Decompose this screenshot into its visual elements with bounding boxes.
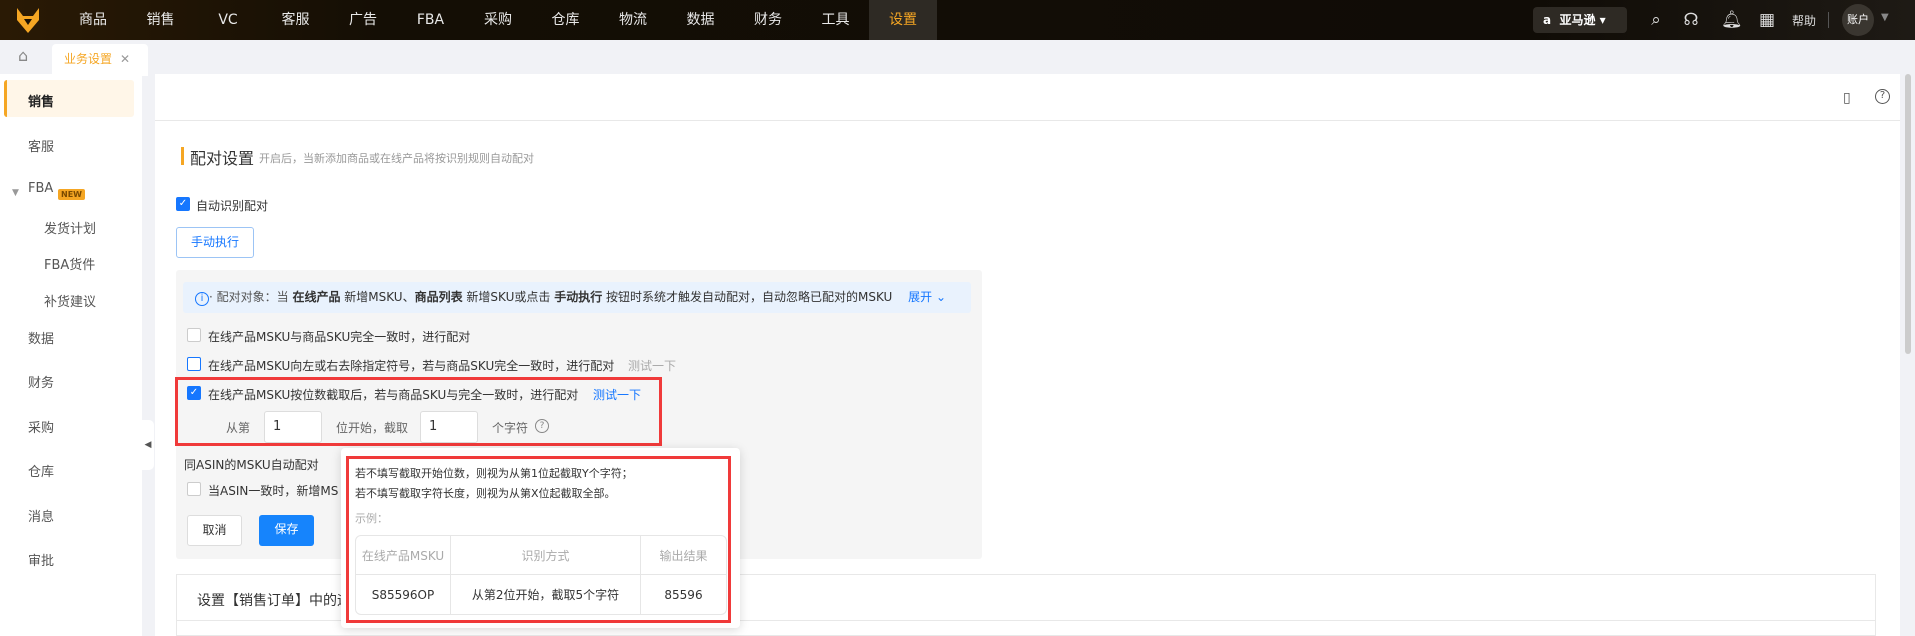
apps-grid-icon[interactable]: ▦ (1757, 10, 1777, 30)
nav-item[interactable]: 广告 (329, 0, 397, 40)
expand-link[interactable]: 展开 ⌄ (908, 290, 946, 304)
expand-triangle-icon[interactable]: ▼ (12, 188, 19, 198)
rule3-label: 在线产品MSKU按位数截取后，若与商品SKU与完全一致时，进行配对 (208, 388, 579, 402)
cell: 85596 (664, 587, 703, 602)
marketplace-selector[interactable]: a 亚马逊 ▾ (1533, 7, 1627, 33)
nav-item[interactable]: 物流 (599, 0, 667, 40)
rule2-label: 在线产品MSKU向左或右去除指定符号，若与商品SKU完全一致时，进行配对 (208, 359, 615, 373)
tab-business-settings[interactable]: 业务设置 ✕ (52, 44, 148, 76)
table-row: S85596OP 从第2位开始，截取5个字符 85596 (356, 575, 726, 614)
top-nav-bar: 商品 销售 VC 客服 广告 FBA 采购 仓库 物流 数据 财务 工具 设置 a 亚马逊 ▾ ⌕ ☊ … (0, 0, 1915, 40)
nav-item[interactable]: VC (194, 0, 262, 40)
info-icon: i (195, 292, 209, 306)
sidebar-item[interactable]: 财务 (28, 372, 54, 391)
col-header: 识别方式 (451, 536, 641, 575)
nav-item[interactable]: 仓库 (532, 0, 600, 40)
sidebar-item[interactable]: 采购 (28, 417, 54, 436)
rule3-test-link[interactable]: 测试一下 (593, 386, 641, 403)
tooltip-line1: 若不填写截取开始位数，则视为从第1位起截取Y个字符； (355, 467, 633, 480)
question-icon[interactable]: ? (1875, 89, 1890, 104)
auto-match-checkbox[interactable]: ✓ (176, 197, 190, 211)
section-accent (181, 147, 184, 165)
cell: S85596OP (356, 575, 451, 614)
nav-item[interactable]: 客服 (262, 0, 330, 40)
card-title: 设置【销售订单】中的运 (197, 593, 351, 609)
collapse-sidebar-handle[interactable]: ◀ (142, 420, 154, 470)
from-label: 从第 (226, 421, 251, 435)
length-input[interactable]: 1 (420, 411, 478, 443)
sidebar-item[interactable]: 补货建议 (44, 291, 96, 310)
sidebar-item[interactable]: 发货计划 (44, 218, 96, 237)
sidebar-item[interactable]: 销售 (28, 91, 54, 110)
cancel-button[interactable]: 取消 (187, 515, 242, 546)
sidebar-item[interactable]: FBA货件 (44, 254, 95, 273)
asin-section-title: 同ASIN的MSKU自动配对 (184, 458, 319, 472)
scrollbar[interactable] (1905, 74, 1911, 354)
asin-rule-label: 当ASIN一致时，新增MS (208, 484, 339, 498)
asin-checkbox[interactable] (187, 482, 201, 496)
caret-down-icon[interactable]: ▼ (1881, 12, 1889, 23)
info-banner: i · 配对对象：当 在线产品 新增MSKU、商品列表 新增SKU或点击 手动执行… (183, 282, 971, 313)
col-header: 在线产品MSKU (356, 536, 451, 575)
help-link[interactable]: 帮助 (1792, 12, 1816, 29)
sidebar: 销售客服 FBA 发货计划 FBA货件补货建议数据财务采购仓库消息审批 ▼ NEW (0, 74, 142, 636)
col-header: 输出结果 (641, 536, 726, 575)
fox-logo-icon[interactable] (14, 6, 42, 34)
new-badge: NEW (58, 189, 85, 200)
sidebar-item[interactable]: 数据 (28, 328, 54, 347)
header-divider (155, 120, 1900, 121)
nav-item[interactable]: 采购 (464, 0, 532, 40)
nav-item[interactable]: FBA (397, 0, 465, 40)
rule2-checkbox[interactable] (187, 357, 201, 371)
nav-item[interactable]: 工具 (802, 0, 870, 40)
rule1-checkbox[interactable] (187, 328, 201, 342)
nav-item[interactable]: 设置 (869, 0, 937, 40)
nav-item[interactable]: 商品 (59, 0, 127, 40)
section-title: 配对设置 (190, 149, 255, 168)
nav-item[interactable]: 销售 (127, 0, 195, 40)
rule2-test-link[interactable]: 测试一下 (628, 357, 676, 374)
auto-match-label: 自动识别配对 (196, 199, 269, 213)
question-icon[interactable]: ? (535, 419, 549, 433)
home-icon[interactable]: ⌂ (18, 46, 28, 65)
chars-label: 个字符 (492, 421, 529, 435)
sidebar-item[interactable]: 客服 (28, 136, 54, 155)
section-subtitle: 开启后，当新添加商品或在线产品将按识别规则自动配对 (259, 152, 534, 165)
headset-icon[interactable]: ☊ (1681, 10, 1701, 30)
rule1-label: 在线产品MSKU与商品SKU完全一致时，进行配对 (208, 330, 471, 344)
nav-item[interactable]: 财务 (734, 0, 802, 40)
help-doc-icon[interactable]: ▯ (1843, 90, 1851, 106)
sidebar-item[interactable]: FBA (28, 181, 53, 196)
start-position-input[interactable]: 1 (264, 411, 322, 443)
tooltip-popover: 若不填写截取开始位数，则视为从第1位起截取Y个字符； 若不填写截取字符长度，则视… (341, 448, 740, 628)
mid-label: 位开始，截取 (336, 421, 409, 435)
sidebar-item[interactable]: 消息 (28, 506, 54, 525)
search-icon[interactable]: ⌕ (1646, 10, 1666, 30)
divider (1828, 12, 1829, 28)
manual-run-button[interactable]: 手动执行 (176, 227, 254, 258)
tab-bar: ⌂ 业务设置 ✕ (0, 40, 1915, 76)
save-button[interactable]: 保存 (259, 515, 314, 546)
rule3-checkbox[interactable]: ✓ (187, 386, 201, 400)
close-icon[interactable]: ✕ (120, 52, 130, 66)
example-table: 在线产品MSKU 识别方式 输出结果 S85596OP 从第2位开始，截取5个字符 85… (355, 535, 727, 615)
tooltip-line2: 若不填写截取字符长度，则视为从第X位起截取全部。 (355, 487, 616, 500)
nav-item[interactable]: 数据 (667, 0, 735, 40)
sidebar-item[interactable]: 审批 (28, 550, 54, 569)
amazon-icon: a (1543, 13, 1552, 27)
avatar[interactable]: 账户 (1842, 4, 1874, 36)
example-label: 示例： (355, 512, 388, 525)
sidebar-item[interactable]: 仓库 (28, 461, 54, 480)
cell: 从第2位开始，截取5个字符 (451, 575, 641, 614)
sidebar-active-bg (4, 80, 134, 117)
bell-icon[interactable]: 🔔︎ (1721, 10, 1743, 30)
